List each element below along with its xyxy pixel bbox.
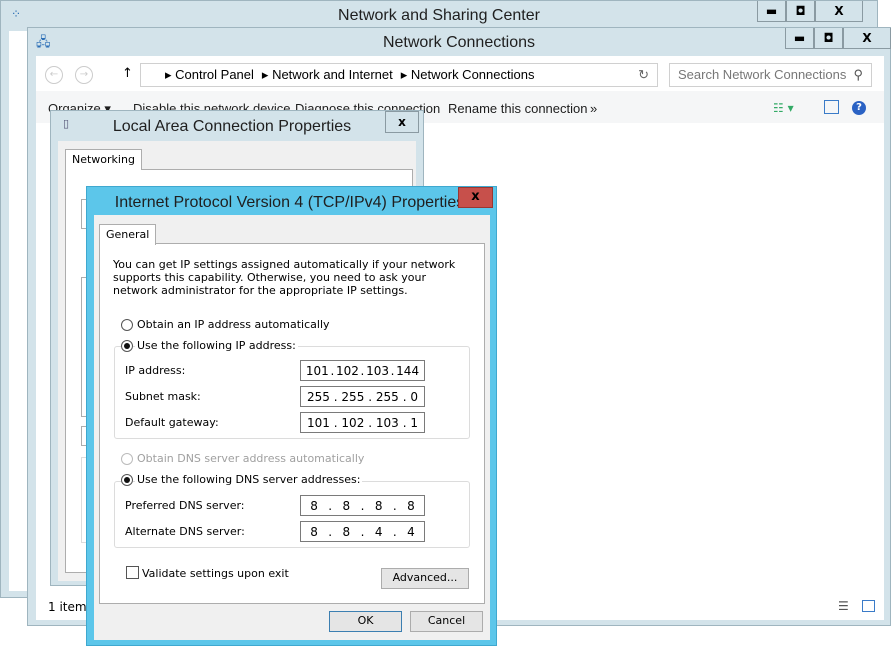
close-button[interactable]: X (815, 1, 863, 22)
search-icon: ⚲ (853, 67, 863, 82)
use-dns-radio[interactable] (121, 474, 133, 486)
details-view-icon[interactable]: ☰ (838, 599, 849, 613)
default-gateway-field[interactable]: 101. 102. 103. 1 (300, 412, 425, 433)
subnet-mask-label: Subnet mask: (125, 390, 201, 403)
forward-button[interactable]: → (75, 66, 93, 84)
close-button[interactable]: x (458, 187, 493, 208)
preferred-dns-label: Preferred DNS server: (125, 499, 245, 512)
rename-button[interactable]: Rename this connection (448, 101, 587, 116)
tab-networking[interactable]: Networking (65, 149, 142, 170)
refresh-icon[interactable]: ↻ (638, 64, 649, 86)
tab-general[interactable]: General (99, 224, 157, 245)
obtain-ip-auto-label: Obtain an IP address automatically (137, 318, 330, 331)
alternate-dns-field[interactable]: 8.8.4.4 (300, 521, 425, 542)
more-commands-button[interactable]: » (590, 101, 597, 116)
ip-address-field[interactable]: 101. 102. 103. 144 (300, 360, 425, 381)
default-gateway-label: Default gateway: (125, 416, 219, 429)
window-title: Network and Sharing Center (338, 7, 540, 24)
back-button[interactable]: ← (45, 66, 63, 84)
validate-label: Validate settings upon exit (142, 567, 289, 580)
use-ip-label: Use the following IP address: (135, 339, 298, 352)
status-item-count: 1 item (48, 600, 87, 614)
obtain-dns-auto-radio[interactable] (121, 453, 133, 465)
use-ip-radio[interactable] (121, 340, 133, 352)
breadcrumb-control-panel[interactable]: ▸ Control Panel (165, 64, 254, 86)
alternate-dns-label: Alternate DNS server: (125, 525, 245, 538)
maximize-button[interactable]: ◘ (786, 1, 815, 22)
preview-pane-icon[interactable] (824, 100, 839, 114)
close-button[interactable]: x (385, 111, 419, 133)
preferred-dns-field[interactable]: 8.8.8.8 (300, 495, 425, 516)
search-input[interactable]: Search Network Connections ⚲ (669, 63, 872, 87)
dialog-title: Local Area Connection Properties (112, 118, 352, 135)
up-button[interactable]: ↑ (122, 66, 133, 81)
obtain-dns-auto-label: Obtain DNS server address automatically (137, 452, 365, 465)
use-dns-label: Use the following DNS server addresses: (135, 473, 363, 486)
minimize-button[interactable]: ▬ (785, 28, 814, 49)
cancel-button[interactable]: Cancel (410, 611, 483, 632)
breadcrumb-network-internet[interactable]: ▸ Network and Internet (262, 64, 393, 86)
description-text: You can get IP settings assigned automat… (113, 258, 456, 297)
obtain-ip-auto-radio[interactable] (121, 319, 133, 331)
address-bar[interactable]: ▸ Control Panel ▸ Network and Internet ▸… (140, 63, 658, 87)
ip-address-label: IP address: (125, 364, 186, 377)
large-icons-view-icon[interactable] (862, 600, 875, 612)
minimize-button[interactable]: ▬ (757, 1, 786, 22)
validate-checkbox[interactable] (126, 566, 139, 579)
view-options-icon[interactable]: ☷ ▾ (773, 101, 794, 115)
advanced-button[interactable]: Advanced... (381, 568, 469, 589)
dialog-title: Internet Protocol Version 4 (TCP/IPv4) P… (114, 194, 465, 211)
window-title: Network Connections (382, 34, 536, 51)
help-icon[interactable]: ? (852, 101, 866, 115)
ok-button[interactable]: OK (329, 611, 402, 632)
close-button[interactable]: X (843, 28, 891, 49)
subnet-mask-field[interactable]: 255. 255. 255. 0 (300, 386, 425, 407)
breadcrumb-network-connections[interactable]: ▸ Network Connections (401, 64, 535, 86)
maximize-button[interactable]: ◘ (814, 28, 843, 49)
